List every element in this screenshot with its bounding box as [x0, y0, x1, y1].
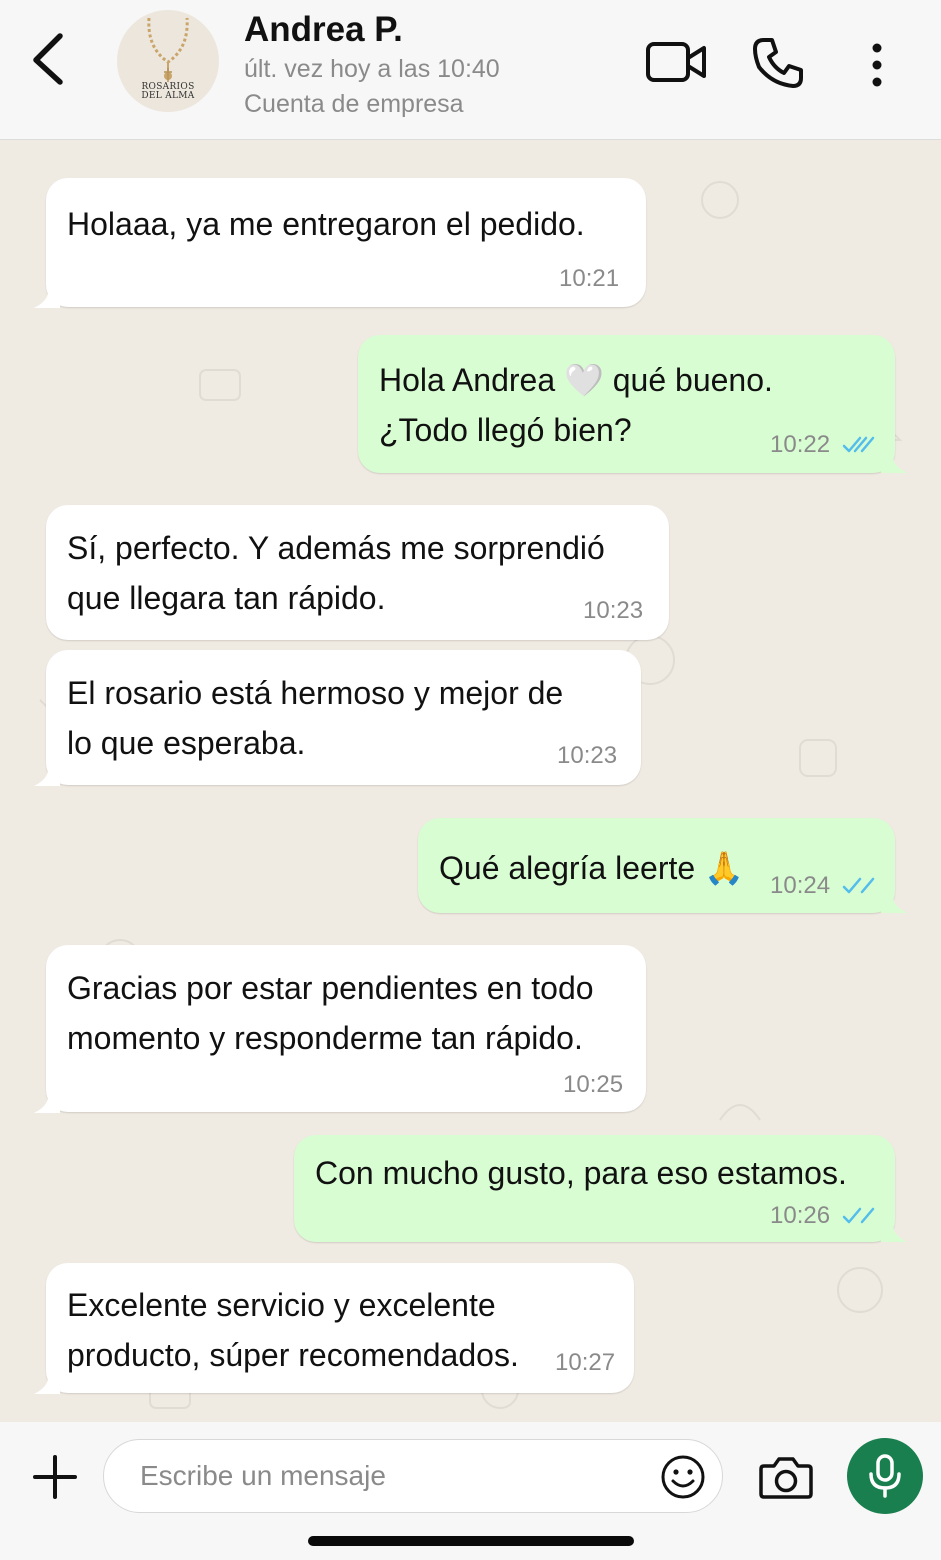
message-text: Hola Andrea 🤍 qué bueno. ¿Todo llegó bie… [379, 362, 773, 448]
message-input[interactable] [140, 1440, 640, 1511]
bubble-tail [34, 288, 60, 308]
message-time: 10:22 [770, 431, 831, 458]
bubble-tail [881, 893, 907, 913]
chat-area[interactable]: Holaaa, ya me entregaron el pedido. 10:2… [0, 140, 941, 1422]
chat-header: ROSARIOS DEL ALMA Andrea P. últ. vez hoy… [0, 0, 941, 140]
camera-button[interactable] [758, 1454, 814, 1502]
home-indicator[interactable] [308, 1536, 634, 1546]
message-time: 10:27 [555, 1349, 616, 1376]
contact-name[interactable]: Andrea P. [244, 10, 403, 50]
video-camera-icon [646, 42, 706, 82]
attach-button[interactable] [30, 1452, 80, 1502]
bubble-tail [34, 1093, 60, 1113]
message-time: 10:23 [557, 742, 618, 769]
message-time: 10:23 [583, 597, 644, 624]
message-text: Holaaa, ya me entregaron el pedido. [67, 206, 585, 242]
double-check-icon [842, 877, 875, 894]
bubble-tail [34, 766, 60, 786]
message-composer [0, 1422, 941, 1560]
plus-icon [33, 1455, 77, 1499]
voice-message-button[interactable] [847, 1438, 923, 1514]
bubble-tail [881, 1222, 907, 1242]
message-text: Con mucho gusto, para eso estamos. [315, 1155, 847, 1191]
video-call-button[interactable] [644, 38, 708, 88]
more-options-button[interactable] [862, 40, 892, 90]
bubble-tail [34, 1374, 60, 1394]
avatar[interactable]: ROSARIOS DEL ALMA [117, 10, 219, 112]
message-text: Qué alegría leerte 🙏 [439, 850, 744, 886]
bubble-tail [881, 453, 907, 473]
microphone-icon [869, 1454, 901, 1498]
double-check-icon [842, 436, 875, 453]
message-text: Gracias por estar pendientes en todo mom… [67, 970, 594, 1056]
smiley-icon [661, 1455, 705, 1499]
message-text: Excelente servicio y excelente producto,… [67, 1287, 519, 1373]
message-text: Sí, perfecto. Y además me sorprendió que… [67, 530, 605, 616]
voice-call-button[interactable] [750, 35, 806, 91]
last-seen-status: últ. vez hoy a las 10:40 [244, 55, 500, 83]
phone-icon [753, 38, 803, 88]
back-button[interactable] [22, 26, 78, 90]
avatar-text-line-2: DEL ALMA [141, 91, 195, 101]
message-text: El rosario está hermoso y mejor de lo qu… [67, 675, 564, 761]
emoji-button[interactable] [660, 1454, 706, 1500]
double-check-icon [842, 1207, 875, 1224]
more-vertical-icon [872, 43, 882, 87]
message-time: 10:25 [563, 1071, 624, 1098]
message-time: 10:24 [770, 872, 831, 899]
chevron-left-icon [33, 33, 63, 85]
avatar-logo-text: ROSARIOS DEL ALMA [117, 83, 219, 101]
business-account-label: Cuenta de empresa [244, 90, 464, 118]
message-input-container [103, 1439, 723, 1513]
message-time: 10:26 [770, 1202, 831, 1229]
message-time: 10:21 [559, 265, 620, 292]
camera-icon [759, 1457, 813, 1499]
